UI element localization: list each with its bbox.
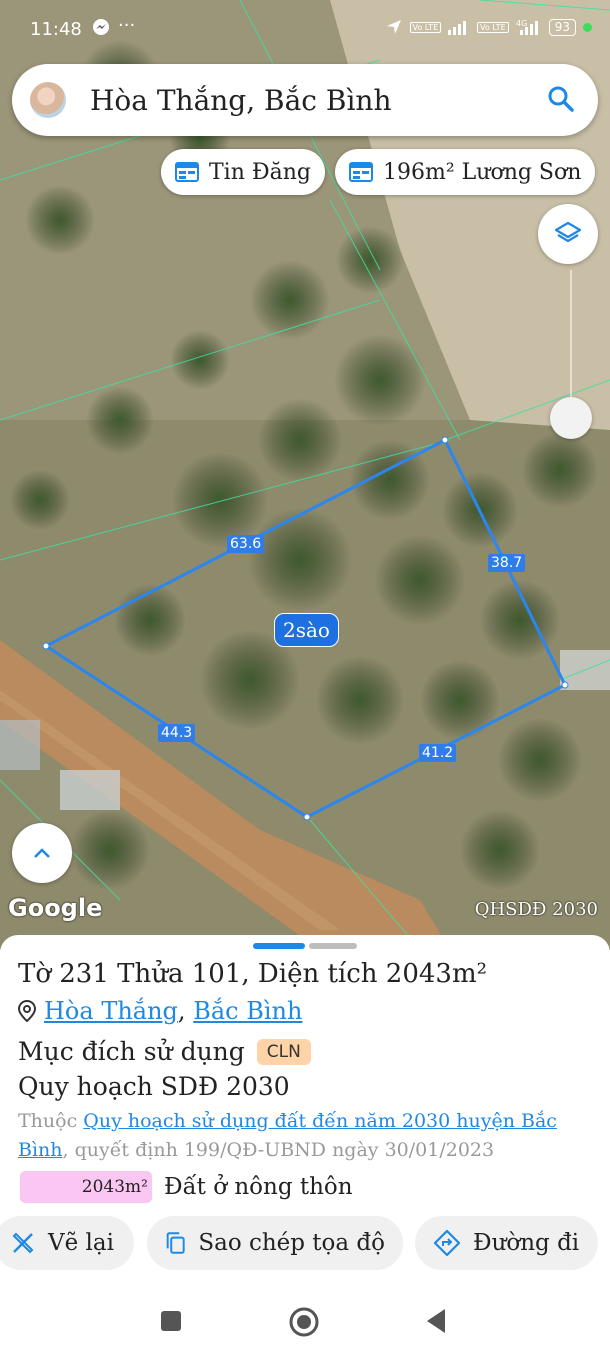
planning-layer-label: QHSDĐ 2030 xyxy=(474,899,598,920)
purpose-code-badge: CLN xyxy=(256,1038,311,1065)
search-bar[interactable]: Hòa Thắng, Bắc Bình xyxy=(12,64,598,136)
copy-coordinates-label: Sao chép tọa độ xyxy=(198,1230,385,1256)
svg-text:4G: 4G xyxy=(516,19,527,28)
messenger-icon xyxy=(92,18,110,41)
status-bar: 11:48 ··· Vo LTE Vo LTE 4G 93 xyxy=(0,0,610,60)
calendar-icon xyxy=(349,162,373,182)
chip-label: Tin Đăng xyxy=(209,159,311,185)
commune-link[interactable]: Hòa Thắng xyxy=(44,997,178,1025)
purpose-label: Mục đích sử dụng xyxy=(18,1037,245,1066)
avatar[interactable] xyxy=(30,82,66,118)
layers-icon xyxy=(554,221,582,243)
edge-length-label: 44.3 xyxy=(158,724,196,742)
copy-coordinates-button[interactable]: Sao chép tọa độ xyxy=(147,1216,403,1270)
parcel-area-label: 2sào xyxy=(274,613,339,647)
legend-label: Đất ở nông thôn xyxy=(164,1174,353,1200)
directions-icon xyxy=(433,1229,461,1257)
directions-button[interactable]: Đường đi xyxy=(415,1216,598,1270)
legend-area: 2043m² xyxy=(20,1171,152,1203)
parcel-info-sheet: Tờ 231 Thửa 101, Diện tích 2043m² Hòa Th… xyxy=(0,935,610,1356)
layers-button[interactable] xyxy=(538,204,598,264)
plan-description: Thuộc Quy hoạch sử dụng đất đến năm 2030… xyxy=(18,1107,598,1165)
signal-4g-icon: 4G xyxy=(516,19,538,35)
status-icons: Vo LTE Vo LTE 4G 93 xyxy=(385,18,592,36)
location-icon xyxy=(386,20,401,34)
chip-label: 196m² Lương Sơn xyxy=(383,159,582,185)
system-nav-bar xyxy=(0,1296,610,1356)
google-logo: Google xyxy=(8,894,103,922)
back-icon[interactable] xyxy=(425,1308,447,1334)
opacity-slider-thumb[interactable] xyxy=(550,397,592,439)
chevron-up-icon xyxy=(34,848,50,858)
signal-icon xyxy=(448,21,467,35)
action-bar: Vẽ lại Sao chép tọa độ Đường đi xyxy=(0,1216,610,1270)
sheet-handle-active[interactable] xyxy=(253,943,305,949)
plan-legend: 2043m² Đất ở nông thôn xyxy=(20,1171,353,1203)
parcel-location: Hòa Thắng, Bắc Bình xyxy=(18,997,302,1025)
directions-label: Đường đi xyxy=(473,1230,580,1256)
chip-listing-luong-son[interactable]: 196m² Lương Sơn xyxy=(335,149,596,195)
privacy-dot xyxy=(583,22,592,32)
home-icon[interactable] xyxy=(288,1306,320,1338)
redraw-button[interactable]: Vẽ lại xyxy=(0,1216,134,1270)
calendar-icon xyxy=(175,162,199,182)
redraw-icon xyxy=(12,1232,34,1254)
sheet-handle[interactable] xyxy=(309,943,357,949)
location-separator: , xyxy=(177,997,186,1025)
plan-prefix: Thuộc xyxy=(18,1110,78,1132)
edge-length-label: 41.2 xyxy=(419,744,457,762)
search-icon[interactable] xyxy=(546,84,576,118)
redraw-label: Vẽ lại xyxy=(48,1230,114,1256)
satellite-map[interactable] xyxy=(0,0,610,950)
edge-length-label: 38.7 xyxy=(488,554,526,572)
volte-icon: Vo LTE xyxy=(409,21,442,33)
edge-length-label: 63.6 xyxy=(227,535,265,553)
expand-up-button[interactable] xyxy=(12,823,72,883)
volte-icon-2: Vo LTE xyxy=(477,21,509,33)
chip-tin-dang[interactable]: Tin Đăng xyxy=(161,149,325,195)
parcel-title: Tờ 231 Thửa 101, Diện tích 2043m² xyxy=(18,959,488,989)
land-use-purpose: Mục đích sử dụng CLN xyxy=(18,1037,311,1066)
plan-suffix: , quyết định 199/QĐ-UBND ngày 30/01/2023 xyxy=(62,1139,495,1161)
battery-icon: 93 xyxy=(548,18,576,36)
plan-title: Quy hoạch SDĐ 2030 xyxy=(18,1072,290,1101)
location-pin-icon xyxy=(18,1000,36,1022)
district-link[interactable]: Bắc Bình xyxy=(193,997,302,1025)
search-input[interactable]: Hòa Thắng, Bắc Bình xyxy=(90,84,391,117)
recents-icon[interactable] xyxy=(160,1310,182,1332)
status-time: 11:48 xyxy=(30,19,82,40)
copy-icon xyxy=(166,1232,185,1254)
more-notifications-icon: ··· xyxy=(118,15,136,36)
